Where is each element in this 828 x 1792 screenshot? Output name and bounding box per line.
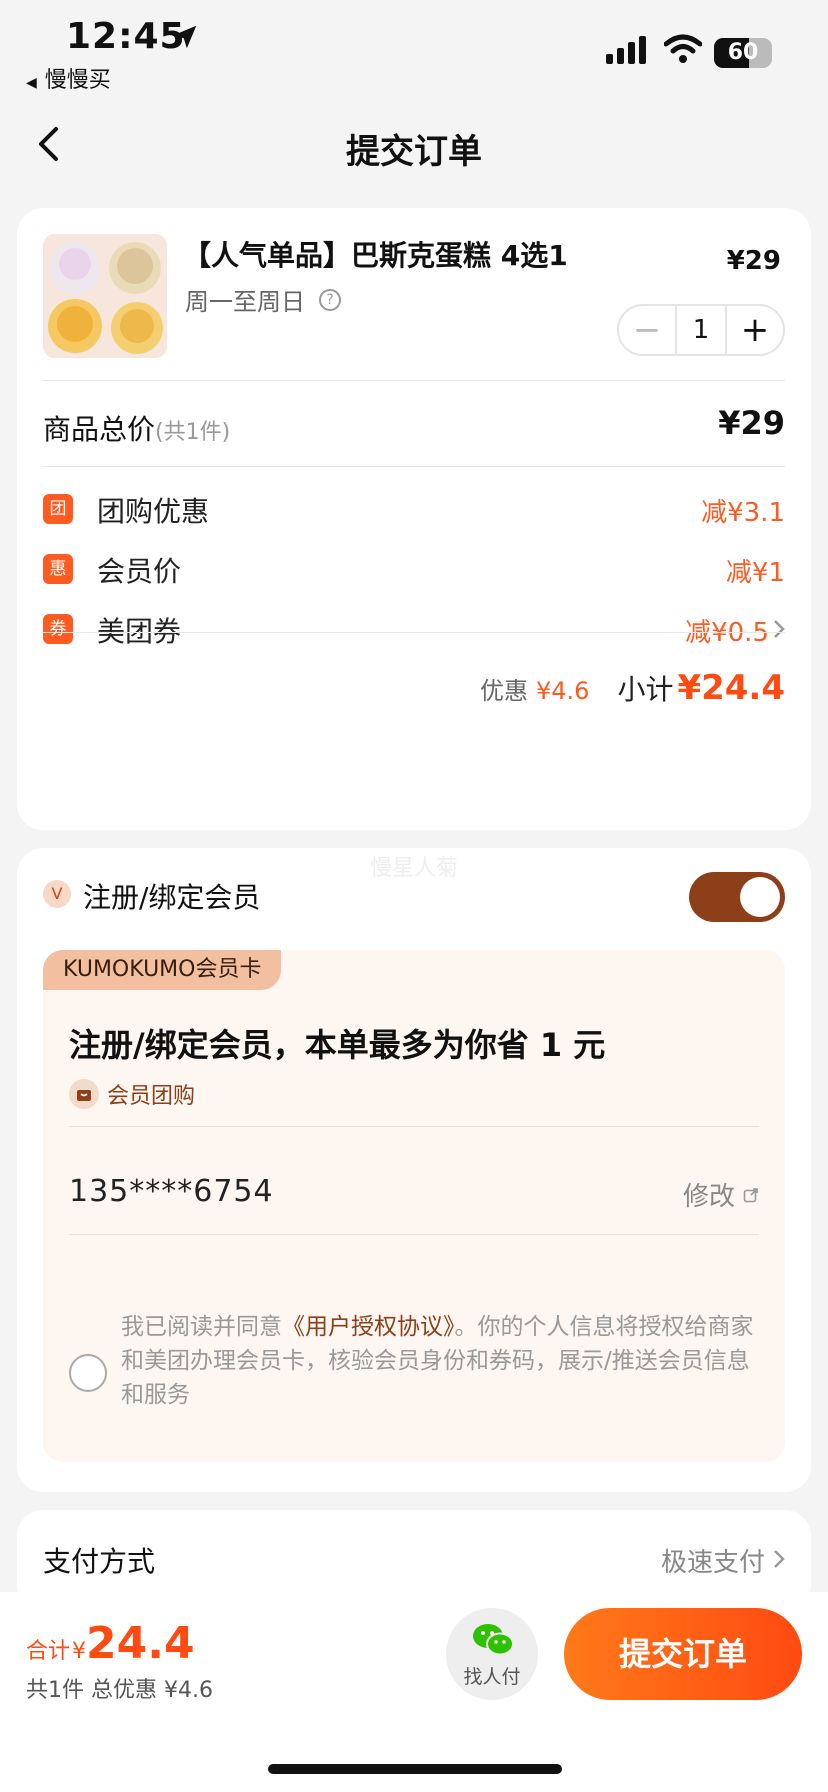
discount-total-label: 优惠: [480, 677, 528, 705]
agreement-text: 我已阅读并同意《用户授权协议》。你的个人信息将授权给商家和美团办理会员卡，核验会…: [121, 1310, 761, 1412]
payment-label: 支付方式: [43, 1545, 156, 1578]
back-app-label: 慢慢买: [44, 68, 111, 93]
page-title: 提交订单: [346, 132, 482, 172]
member-toggle[interactable]: [689, 872, 785, 922]
discount-total-value: ¥4.6: [536, 677, 590, 705]
wifi-icon: [663, 34, 703, 68]
product-schedule: 周一至周日 ?: [185, 282, 341, 317]
total-label: 合计: [26, 1639, 71, 1664]
order-summary-card: 【人气单品】巴斯克蛋糕 4选1 周一至周日 ? ¥29 − 1 + 商品总价(共…: [17, 208, 811, 830]
chevron-right-icon: [773, 616, 785, 646]
discount-label-member: 会员价: [97, 555, 182, 588]
help-icon[interactable]: ?: [319, 288, 341, 311]
member-price-badge: 惠: [43, 554, 73, 584]
subtotal-label: 小计: [617, 673, 674, 706]
discount-label-coupon: 美团券: [97, 615, 182, 648]
coupon-selector[interactable]: 减¥0.5: [685, 612, 785, 649]
agreement-prefix: 我已阅读并同意: [121, 1314, 282, 1340]
minus-icon[interactable]: −: [619, 306, 675, 354]
back-triangle-icon: ◀: [26, 75, 37, 91]
group-buy-badge: 团: [43, 494, 73, 524]
external-link-icon: [743, 1180, 759, 1210]
member-section-title: 注册/绑定会员: [83, 881, 261, 914]
home-indicator[interactable]: [268, 1764, 562, 1774]
cellular-signal-icon: [606, 36, 648, 68]
product-schedule-text: 周一至周日: [185, 288, 305, 316]
gift-bag-icon: [69, 1079, 99, 1109]
goods-count: (共1件): [155, 420, 231, 445]
pay-for-me-button[interactable]: 找人付: [446, 1608, 538, 1700]
member-group-buy-tag: 会员团购: [69, 1078, 195, 1110]
divider: [43, 632, 785, 633]
member-group-buy-label: 会员团购: [107, 1084, 196, 1109]
member-v-icon: V: [43, 880, 71, 908]
quantity-value[interactable]: 1: [675, 306, 727, 354]
discount-label-group-buy: 团购优惠: [97, 495, 210, 528]
divider: [69, 1234, 759, 1235]
discount-value-coupon: 减¥0.5: [685, 618, 769, 648]
goods-total-label: 商品总价(共1件): [43, 408, 230, 448]
divider: [69, 1126, 759, 1127]
member-phone: 135****6754: [69, 1174, 274, 1209]
pay-for-me-label: 找人付: [463, 1666, 521, 1688]
membership-card-tag: KUMOKUMO会员卡: [43, 950, 282, 990]
quantity-stepper: − 1 +: [617, 304, 785, 356]
subtotal-value: ¥24.4: [677, 668, 785, 708]
payment-value-group: 极速支付: [661, 1542, 785, 1579]
battery-level: 60: [727, 40, 759, 65]
back-chevron-icon[interactable]: [36, 126, 60, 166]
product-name: 【人气单品】巴斯克蛋糕 4选1: [183, 239, 568, 272]
plus-icon[interactable]: +: [727, 306, 783, 354]
divider: [43, 380, 785, 381]
goods-total-value: ¥29: [718, 404, 785, 442]
coupon-badge: 券: [43, 614, 73, 644]
goods-total-label-text: 商品总价: [43, 413, 156, 446]
status-time: 12:45: [66, 16, 186, 57]
membership-card-panel: KUMOKUMO会员卡 注册/绑定会员，本单最多为你省 1 元 会员团购 135…: [43, 950, 785, 1462]
location-arrow-icon: [170, 22, 200, 56]
member-card-section: 慢星人菊 V 注册/绑定会员 KUMOKUMO会员卡 注册/绑定会员，本单最多为…: [17, 848, 811, 1492]
agreement-checkbox[interactable]: [69, 1354, 107, 1392]
edit-label: 修改: [682, 1182, 735, 1212]
payment-value: 极速支付: [660, 1548, 765, 1578]
discount-value-member: 减¥1: [725, 558, 785, 588]
divider: [43, 466, 785, 467]
chevron-right-icon: [773, 1546, 785, 1576]
membership-headline: 注册/绑定会员，本单最多为你省 1 元: [69, 1026, 606, 1064]
submit-order-button[interactable]: 提交订单: [564, 1608, 802, 1700]
total-currency: ¥: [72, 1639, 87, 1664]
checkout-bar: 合计 ¥ 24.4 共1件 总优惠 ¥4.6 找人付 提交订单: [0, 1592, 828, 1792]
product-price: ¥29: [726, 246, 781, 276]
wechat-icon: [472, 1622, 514, 1662]
back-to-app-link[interactable]: ◀ 慢慢买: [26, 62, 111, 94]
edit-phone-link[interactable]: 修改: [683, 1176, 759, 1213]
product-thumbnail[interactable]: [43, 234, 167, 358]
battery-icon: 60: [714, 38, 772, 68]
total-line: 合计 ¥ 24.4: [26, 1618, 195, 1669]
toggle-knob: [740, 877, 780, 917]
agreement-link[interactable]: 《用户授权协议》: [282, 1314, 455, 1340]
total-value: 24.4: [86, 1618, 195, 1669]
subtotal-row: 优惠 ¥4.6 小计 ¥24.4: [480, 668, 785, 708]
total-summary: 共1件 总优惠 ¥4.6: [26, 1678, 213, 1703]
discount-value-group-buy: 减¥3.1: [701, 498, 785, 528]
